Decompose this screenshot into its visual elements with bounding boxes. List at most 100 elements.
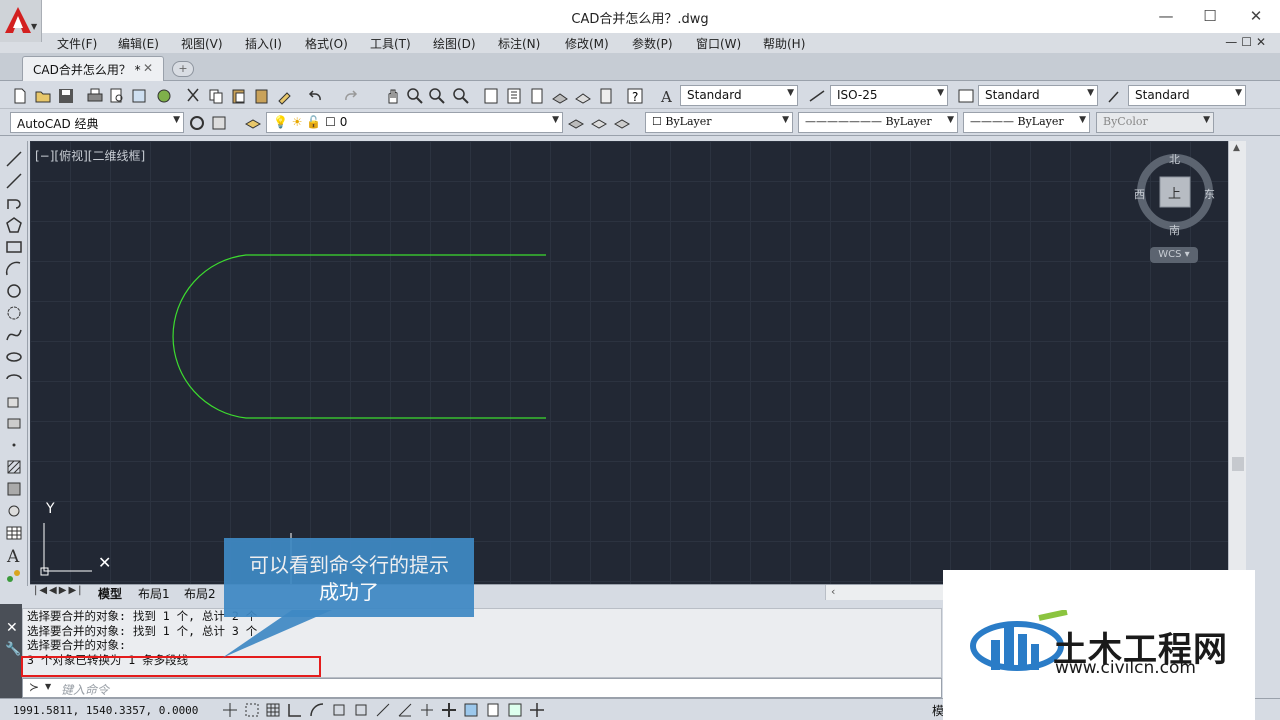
- menu-window[interactable]: 窗口(W): [696, 35, 741, 52]
- workspace-customize-icon[interactable]: [210, 114, 228, 132]
- layer-previous-icon[interactable]: [590, 114, 608, 132]
- layout-navigation-arrows[interactable]: |◀◀▶▶|: [34, 585, 84, 596]
- close-button[interactable]: ✕: [1246, 6, 1266, 26]
- menu-view[interactable]: 视图(V): [181, 35, 223, 52]
- polyline-icon[interactable]: [5, 194, 23, 212]
- 3d-object-snap-icon[interactable]: [352, 701, 370, 719]
- snap-mode-icon[interactable]: [243, 701, 261, 719]
- customize-icon[interactable]: 🔧: [5, 642, 21, 657]
- paste-special-icon[interactable]: [253, 87, 271, 105]
- make-block-icon[interactable]: [5, 414, 23, 432]
- color-select[interactable]: ☐ ByLayer ▼: [645, 112, 793, 133]
- viewcube-east[interactable]: 东: [1204, 186, 1215, 202]
- scroll-thumb[interactable]: [1232, 457, 1244, 471]
- scroll-up-icon[interactable]: ▲: [1233, 143, 1240, 153]
- sheet-set-icon[interactable]: [551, 87, 569, 105]
- tab-layout1[interactable]: 布局1: [138, 585, 170, 602]
- help-icon[interactable]: ?: [626, 87, 644, 105]
- menu-format[interactable]: 格式(O): [305, 35, 348, 52]
- menu-parametric[interactable]: 参数(P): [632, 35, 673, 52]
- quick-properties-icon[interactable]: [484, 701, 502, 719]
- menu-modify[interactable]: 修改(M): [565, 35, 609, 52]
- menu-file[interactable]: 文件(F): [57, 35, 97, 52]
- application-menu-button[interactable]: ▼: [0, 0, 42, 42]
- paste-icon[interactable]: [230, 87, 248, 105]
- arc-icon[interactable]: [5, 260, 23, 278]
- match-properties-icon[interactable]: [276, 87, 294, 105]
- pan-icon[interactable]: [384, 87, 402, 105]
- viewcube-north[interactable]: 北: [1169, 151, 1180, 167]
- layer-state-icon[interactable]: [613, 114, 631, 132]
- ellipse-icon[interactable]: [5, 348, 23, 366]
- maximize-button[interactable]: ☐: [1200, 6, 1220, 26]
- print-preview-icon[interactable]: [108, 87, 126, 105]
- selection-cycling-icon[interactable]: [506, 701, 524, 719]
- undo-icon[interactable]: [306, 87, 324, 105]
- text-style-select[interactable]: Standard ▼: [680, 85, 798, 106]
- tool-palettes-icon[interactable]: [528, 87, 546, 105]
- lineweight-display-icon[interactable]: [440, 701, 458, 719]
- object-snap-icon[interactable]: [330, 701, 348, 719]
- zoom-previous-icon[interactable]: [452, 87, 470, 105]
- document-window-controls[interactable]: —☐✕: [1225, 35, 1270, 49]
- new-file-icon[interactable]: [11, 87, 29, 105]
- tab-model[interactable]: 模型: [98, 585, 122, 602]
- calculator-icon[interactable]: [597, 87, 615, 105]
- make-current-layer-icon[interactable]: [567, 114, 585, 132]
- grid-display-icon[interactable]: [264, 701, 282, 719]
- drawing-canvas[interactable]: [−][俯视][二维线框] Y ✕ 北 南 东 西 上 WCS ▾: [30, 141, 1228, 584]
- menu-dimension[interactable]: 标注(N): [498, 35, 540, 52]
- insert-block-icon[interactable]: [5, 392, 23, 410]
- multiline-text-icon[interactable]: A: [5, 546, 23, 567]
- infer-constraints-icon[interactable]: [221, 701, 239, 719]
- command-prompt-icon[interactable]: ≻: [29, 680, 39, 694]
- redo-icon[interactable]: [342, 87, 360, 105]
- tab-document[interactable]: CAD合并怎么用？ * ✕: [22, 56, 164, 81]
- annotation-monitor-icon[interactable]: [528, 701, 546, 719]
- command-input[interactable]: ≻ ▼ 键入命令: [22, 678, 942, 698]
- region-icon[interactable]: [5, 502, 23, 520]
- save-icon[interactable]: [57, 87, 75, 105]
- table-icon[interactable]: [5, 524, 23, 542]
- spline-icon[interactable]: [5, 326, 23, 344]
- scroll-left-icon[interactable]: ‹: [831, 585, 835, 598]
- tab-close-icon[interactable]: ✕: [143, 61, 153, 75]
- vertical-scrollbar[interactable]: ▲: [1228, 141, 1246, 584]
- zoom-realtime-icon[interactable]: [406, 87, 424, 105]
- new-tab-button[interactable]: +: [172, 61, 194, 77]
- chevron-down-icon[interactable]: ▼: [45, 682, 51, 691]
- workspace-select[interactable]: AutoCAD 经典 ▼: [10, 112, 184, 133]
- menu-draw[interactable]: 绘图(D): [433, 35, 476, 52]
- layer-properties-icon[interactable]: [244, 114, 262, 132]
- transparency-icon[interactable]: [462, 701, 480, 719]
- hatch-icon[interactable]: [5, 458, 23, 476]
- dimension-style-select[interactable]: ISO-25 ▼: [830, 85, 948, 106]
- gradient-icon[interactable]: [5, 480, 23, 498]
- ellipse-arc-icon[interactable]: [5, 370, 23, 388]
- markup-icon[interactable]: [574, 87, 592, 105]
- wcs-menu-button[interactable]: WCS ▾: [1150, 247, 1198, 263]
- dynamic-input-icon[interactable]: [418, 701, 436, 719]
- tab-layout2[interactable]: 布局2: [184, 585, 216, 602]
- add-selected-icon[interactable]: [5, 567, 23, 585]
- revision-cloud-icon[interactable]: [5, 304, 23, 322]
- print-icon[interactable]: [86, 87, 104, 105]
- circle-icon[interactable]: [5, 282, 23, 300]
- polar-tracking-icon[interactable]: [308, 701, 326, 719]
- cut-icon[interactable]: [184, 87, 202, 105]
- point-icon[interactable]: [5, 436, 23, 454]
- linetype-select[interactable]: ——————— ByLayer ▼: [798, 112, 958, 133]
- zoom-window-icon[interactable]: [428, 87, 446, 105]
- line-icon[interactable]: [5, 150, 23, 168]
- menu-tools[interactable]: 工具(T): [370, 35, 411, 52]
- publish-icon[interactable]: [130, 87, 148, 105]
- construction-line-icon[interactable]: [5, 172, 23, 190]
- dynamic-ucs-icon[interactable]: [396, 701, 414, 719]
- ortho-mode-icon[interactable]: [286, 701, 304, 719]
- multileader-style-select[interactable]: Standard ▼: [1128, 85, 1246, 106]
- table-style-select[interactable]: Standard ▼: [978, 85, 1098, 106]
- copy-icon[interactable]: [207, 87, 225, 105]
- lineweight-select[interactable]: ———— ByLayer ▼: [963, 112, 1090, 133]
- menu-insert[interactable]: 插入(I): [245, 35, 282, 52]
- menu-edit[interactable]: 编辑(E): [118, 35, 159, 52]
